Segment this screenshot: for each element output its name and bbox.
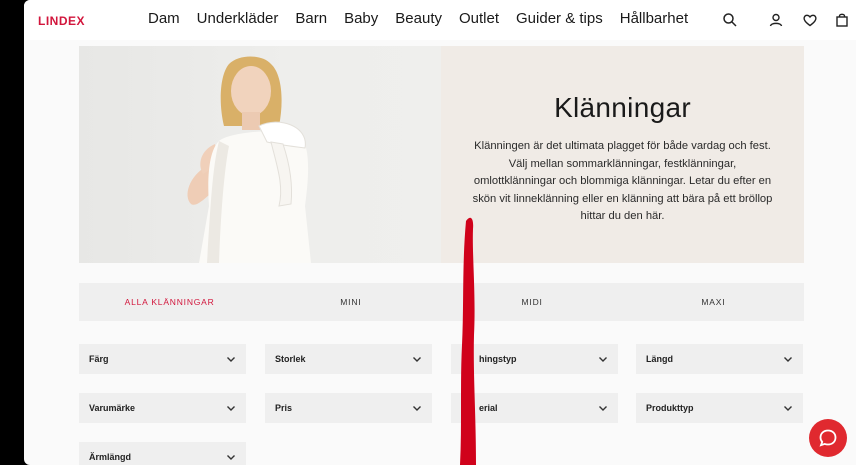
bag-icon[interactable] [834,12,850,28]
chat-icon [819,429,837,447]
filter-label: Storlek [275,354,306,364]
nav-item-guider-tips[interactable]: Guider & tips [516,10,603,27]
nav-item-hallbarhet[interactable]: Hållbarhet [620,10,688,27]
user-icon[interactable] [768,12,784,28]
chevron-down-icon [227,455,235,460]
tab-maxi[interactable]: MAXI [623,283,804,321]
filter-label: Ärmlängd [89,452,132,462]
heart-icon[interactable] [802,12,818,28]
red-brush-stroke [460,217,476,465]
tab-mini[interactable]: MINI [260,283,441,321]
filter-farg[interactable]: Färg [79,344,246,374]
chevron-down-icon [599,406,607,411]
chevron-down-icon [784,406,792,411]
main-nav: Dam Underkläder Barn Baby Beauty Outlet … [148,10,705,27]
chevron-down-icon [784,357,792,362]
chevron-down-icon [413,357,421,362]
nav-item-underklader[interactable]: Underkläder [197,10,279,27]
filter-armlangd[interactable]: Ärmlängd [79,442,246,465]
search-icon[interactable] [722,12,738,28]
hero-text-panel: Klänningar Klänningen är det ultimata pl… [441,46,804,263]
nav-item-beauty[interactable]: Beauty [395,10,442,27]
page-title: Klänningar [554,92,691,123]
model-illustration [187,56,311,263]
filter-label: Pris [275,403,293,413]
filter-label: Produkttyp [646,403,694,413]
nav-item-barn[interactable]: Barn [295,10,327,27]
filter-label: Varumärke [89,403,136,413]
site-header: LINDEX Dam Underkläder Barn Baby Beauty … [24,0,856,40]
category-tabs: ALLA KLÄNNINGAR MINI MIDI MAXI [79,283,804,321]
filter-storlek[interactable]: Storlek [265,344,432,374]
lindex-logo[interactable]: LINDEX [38,14,85,28]
category-description: Klänningen är det ultimata plagget för b… [472,140,773,222]
filter-label: Längd [646,354,673,364]
chevron-down-icon [227,357,235,362]
filter-varumarke[interactable]: Varumärke [79,393,246,423]
tab-alla-klanningar[interactable]: ALLA KLÄNNINGAR [79,283,260,321]
nav-item-baby[interactable]: Baby [344,10,378,27]
chevron-down-icon [599,357,607,362]
filter-label: Färg [89,354,109,364]
nav-item-dam[interactable]: Dam [148,10,180,27]
chevron-down-icon [413,406,421,411]
filter-produkttyp[interactable]: Produkttyp [636,393,803,423]
browser-frame: LINDEX Dam Underkläder Barn Baby Beauty … [24,0,856,465]
filter-pris[interactable]: Pris [265,393,432,423]
hero-image [79,46,441,263]
filter-langd[interactable]: Längd [636,344,803,374]
chevron-down-icon [227,406,235,411]
chat-button[interactable] [809,419,847,457]
nav-item-outlet[interactable]: Outlet [459,10,499,27]
